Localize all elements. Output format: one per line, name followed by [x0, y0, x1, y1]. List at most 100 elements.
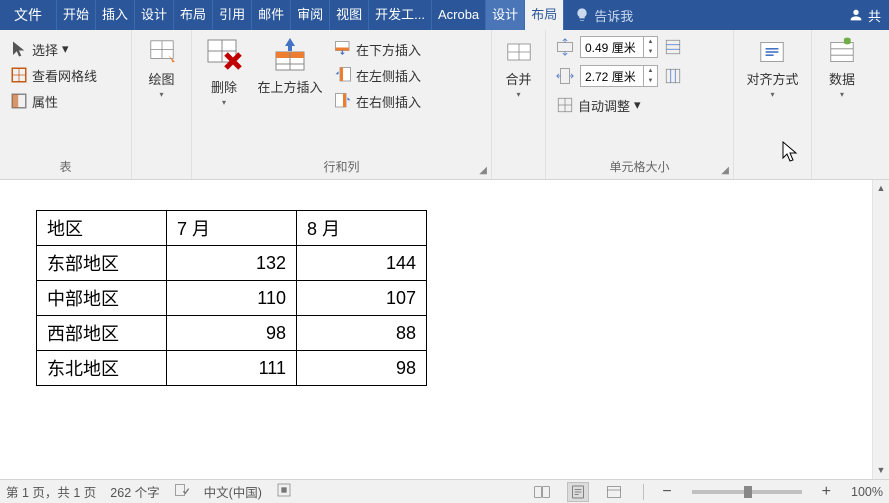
ribbon: 选择 ▾ 查看网格线 属性 表 绘图 ▾: [0, 30, 889, 180]
table-row: 西部地区9888: [37, 316, 427, 351]
tab-layout[interactable]: 布局: [174, 0, 213, 30]
tab-home[interactable]: 开始: [57, 0, 96, 30]
tab-developer[interactable]: 开发工...: [369, 0, 432, 30]
zoom-in-button[interactable]: +: [822, 483, 831, 501]
language-indicator[interactable]: 中文(中国): [204, 482, 262, 501]
insert-above-icon: [270, 36, 310, 76]
select-button[interactable]: 选择 ▾: [6, 36, 101, 62]
share-button[interactable]: 共: [840, 6, 889, 25]
spin-down-icon[interactable]: ▼: [644, 47, 657, 57]
word-count[interactable]: 262 个字: [110, 482, 159, 501]
row-height-input[interactable]: ▲▼: [580, 36, 658, 58]
group-label-cell-size: 单元格大小: [609, 160, 669, 174]
dropdown-caret-icon: ▾: [516, 91, 520, 99]
spin-up-icon[interactable]: ▲: [644, 66, 657, 76]
merge-icon: [503, 36, 535, 68]
tab-file[interactable]: 文件: [0, 0, 57, 30]
properties-label: 属性: [32, 92, 58, 111]
insert-left-button[interactable]: 在左侧插入: [330, 62, 425, 88]
row-height-value[interactable]: [581, 40, 643, 54]
insert-left-icon: [334, 66, 352, 84]
dropdown-caret-icon: ▾: [840, 91, 844, 99]
distribute-rows-icon[interactable]: [664, 38, 682, 56]
tab-review[interactable]: 审阅: [291, 0, 330, 30]
properties-icon: [10, 92, 28, 110]
vertical-scrollbar[interactable]: ▲ ▼: [872, 180, 889, 479]
tab-acrobat[interactable]: Acroba: [432, 0, 486, 30]
status-bar: 第 1 页，共 1 页 262 个字 中文(中国) − + 100%: [0, 479, 889, 503]
dropdown-caret-icon: ▾: [634, 97, 641, 113]
scroll-down-icon[interactable]: ▼: [873, 462, 889, 479]
insert-below-label: 在下方插入: [356, 40, 421, 59]
view-gridlines-label: 查看网格线: [32, 66, 97, 85]
row-height-icon: [556, 38, 574, 56]
page-indicator[interactable]: 第 1 页，共 1 页: [6, 482, 96, 501]
document-area[interactable]: 地区 7 月 8 月 东部地区132144 中部地区110107 西部地区988…: [0, 180, 889, 479]
zoom-level[interactable]: 100%: [851, 485, 883, 499]
read-mode-icon[interactable]: [531, 482, 553, 502]
tab-insert[interactable]: 插入: [96, 0, 135, 30]
tab-design[interactable]: 设计: [135, 0, 174, 30]
delete-button[interactable]: 删除 ▾: [198, 34, 250, 156]
group-label-table: 表: [0, 156, 131, 179]
spin-up-icon[interactable]: ▲: [644, 37, 657, 47]
tab-table-design[interactable]: 设计: [486, 0, 525, 30]
view-gridlines-button[interactable]: 查看网格线: [6, 62, 101, 88]
tab-view[interactable]: 视图: [330, 0, 369, 30]
col-width-input[interactable]: ▲▼: [580, 65, 658, 87]
draw-button[interactable]: 绘图 ▾: [137, 34, 187, 159]
draw-label: 绘图: [148, 72, 174, 89]
person-icon: [848, 7, 864, 23]
scroll-up-icon[interactable]: ▲: [873, 180, 889, 197]
insert-above-button[interactable]: 在上方插入: [250, 34, 330, 156]
insert-right-label: 在右侧插入: [356, 92, 421, 111]
tab-mailings[interactable]: 邮件: [252, 0, 291, 30]
alignment-button[interactable]: 对齐方式 ▾: [740, 34, 804, 159]
table-row: 东北地区11198: [37, 351, 427, 386]
lightbulb-icon: [574, 7, 590, 23]
zoom-slider[interactable]: [692, 490, 802, 494]
insert-below-icon: [334, 40, 352, 58]
properties-button[interactable]: 属性: [6, 88, 101, 114]
web-layout-icon[interactable]: [603, 482, 625, 502]
share-label: 共: [868, 6, 881, 25]
table-header[interactable]: 7 月: [167, 211, 297, 246]
menu-tabs: 文件 开始 插入 设计 布局 引用 邮件 审阅 视图 开发工... Acroba…: [0, 0, 889, 30]
dialog-launcher-icon[interactable]: ◢: [721, 165, 729, 176]
autofit-button[interactable]: 自动调整 ▾: [552, 92, 727, 118]
data-label: 数据: [829, 72, 855, 89]
zoom-out-button[interactable]: −: [662, 483, 671, 501]
data-button[interactable]: 数据 ▾: [817, 34, 867, 159]
distribute-cols-icon[interactable]: [664, 67, 682, 85]
dropdown-caret-icon: ▾: [222, 99, 226, 107]
table-row: 东部地区132144: [37, 246, 427, 281]
dropdown-caret-icon: ▾: [62, 41, 69, 57]
insert-right-button[interactable]: 在右侧插入: [330, 88, 425, 114]
insert-right-icon: [334, 92, 352, 110]
spellcheck-icon[interactable]: [174, 482, 190, 501]
tab-references[interactable]: 引用: [213, 0, 252, 30]
data-table[interactable]: 地区 7 月 8 月 东部地区132144 中部地区110107 西部地区988…: [36, 210, 427, 386]
dropdown-caret-icon: ▾: [159, 91, 163, 99]
tell-me[interactable]: 告诉我: [564, 6, 643, 25]
draw-table-icon: [146, 36, 178, 68]
tab-table-layout[interactable]: 布局: [525, 0, 564, 30]
autofit-label: 自动调整: [578, 96, 630, 115]
col-width-value[interactable]: [581, 69, 643, 83]
col-width-icon: [556, 67, 574, 85]
insert-below-button[interactable]: 在下方插入: [330, 36, 425, 62]
gridlines-icon: [10, 66, 28, 84]
print-layout-icon[interactable]: [567, 482, 589, 502]
merge-button[interactable]: 合并 ▾: [494, 34, 544, 159]
table-row: 地区 7 月 8 月: [37, 211, 427, 246]
spin-down-icon[interactable]: ▼: [644, 76, 657, 86]
merge-label: 合并: [505, 72, 531, 89]
group-label-rows-cols: 行和列: [323, 160, 359, 174]
macro-icon[interactable]: [276, 482, 292, 501]
alignment-label: 对齐方式: [746, 72, 798, 89]
data-icon: [826, 36, 858, 68]
table-header[interactable]: 8 月: [297, 211, 427, 246]
table-header[interactable]: 地区: [37, 211, 167, 246]
insert-left-label: 在左侧插入: [356, 66, 421, 85]
dialog-launcher-icon[interactable]: ◢: [479, 165, 487, 176]
